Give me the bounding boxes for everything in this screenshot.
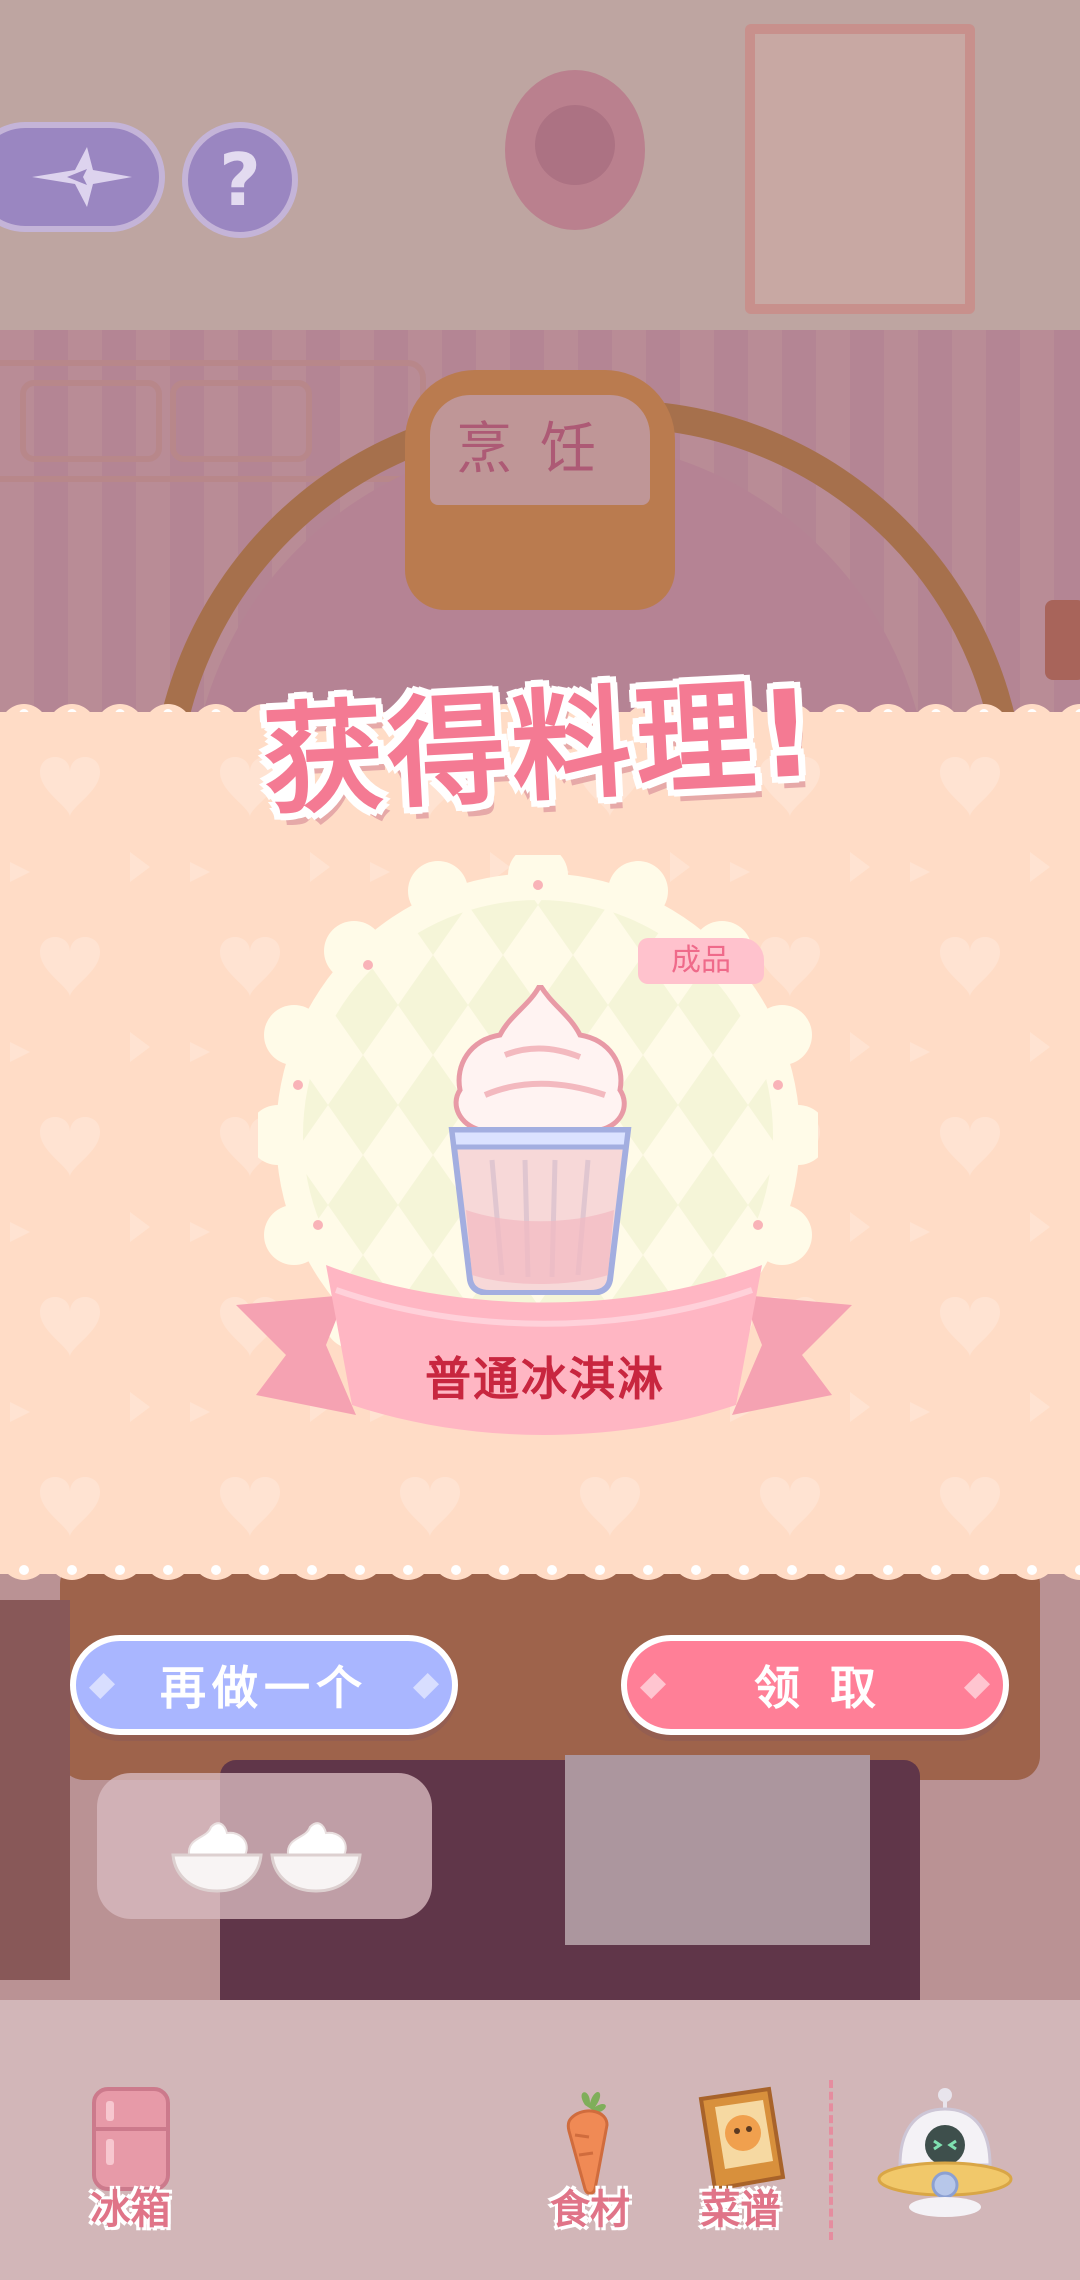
nav-item-recipes[interactable]: 菜谱 [688, 2085, 793, 2235]
nav-separator [829, 2080, 833, 2240]
nav-item-ingredients[interactable]: 食材 [545, 2085, 635, 2235]
banner-scallop-bottom [0, 1556, 1080, 1592]
nav-label: 食材 [550, 2187, 630, 2233]
nav-item-fridge[interactable]: 冰箱 [78, 2085, 183, 2235]
nav-label: 冰箱 [90, 2187, 171, 2233]
make-again-button[interactable]: 再做一个 [70, 1635, 458, 1735]
finished-product-tag: 成品 [638, 938, 764, 984]
back-button[interactable] [0, 122, 165, 232]
whipped-cream-bowl-icon[interactable] [268, 1817, 364, 1893]
claim-button[interactable]: 领取 [621, 1635, 1009, 1735]
robot-helper-icon [877, 2088, 1013, 2217]
diamond-icon [88, 1672, 116, 1700]
diamond-icon [963, 1672, 991, 1700]
make-again-label: 再做一个 [160, 1661, 368, 1715]
help-button[interactable]: ? [182, 122, 298, 238]
claim-label: 领取 [754, 1661, 906, 1715]
diamond-icon [412, 1672, 440, 1700]
whipped-cream-bowl-icon[interactable] [169, 1817, 265, 1893]
dish-name: 普通冰淇淋 [425, 1352, 665, 1406]
compass-arrow-icon [32, 147, 132, 207]
ingredient-tray [97, 1773, 432, 1919]
nav-label: 菜谱 [700, 2187, 781, 2233]
nav-item-robot[interactable] [870, 2085, 1020, 2235]
diamond-icon [639, 1672, 667, 1700]
